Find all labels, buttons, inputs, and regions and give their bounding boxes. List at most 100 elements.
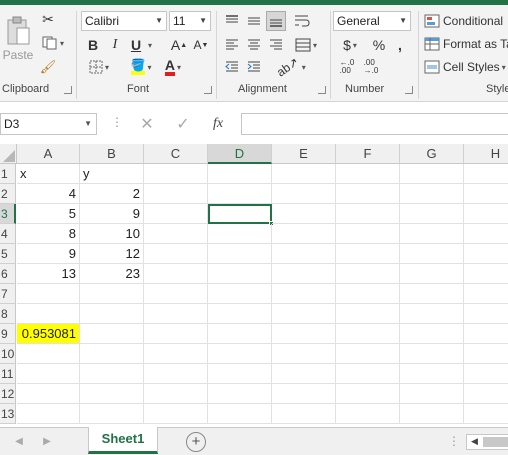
row-header-9[interactable]: 9 xyxy=(0,324,16,344)
column-header-e[interactable]: E xyxy=(272,144,336,164)
column-header-h[interactable]: H xyxy=(464,144,508,164)
row-header-4[interactable]: 4 xyxy=(0,224,16,244)
cell-e12[interactable] xyxy=(272,384,336,404)
cell-b5[interactable]: 12 xyxy=(80,244,144,264)
borders-button[interactable]: ▾ xyxy=(84,57,114,77)
cell-f12[interactable] xyxy=(336,384,400,404)
scroll-tabs-left-button[interactable]: ◀ xyxy=(12,433,26,449)
cell-a8[interactable] xyxy=(17,304,80,324)
cell-a6[interactable]: 13 xyxy=(17,264,80,284)
cell-c3[interactable] xyxy=(144,204,208,224)
cell-d5[interactable] xyxy=(208,244,272,264)
cell-g6[interactable] xyxy=(400,264,464,284)
align-center-button[interactable] xyxy=(244,35,264,55)
align-top-button[interactable] xyxy=(222,11,242,31)
cell-c13[interactable] xyxy=(144,404,208,424)
cut-button[interactable]: ✂ xyxy=(38,9,58,29)
cell-c1[interactable] xyxy=(144,164,208,184)
worksheet-grid[interactable]: A B C D E F G H 1 x y 2 4 2 3 5 9 4 8 10 5 9 12 6 13 23 7 8 9 0.95308… xyxy=(0,144,508,427)
cell-f3[interactable] xyxy=(336,204,400,224)
cell-c6[interactable] xyxy=(144,264,208,284)
cell-a5[interactable]: 9 xyxy=(17,244,80,264)
cell-g7[interactable] xyxy=(400,284,464,304)
cell-f13[interactable] xyxy=(336,404,400,424)
cell-b4[interactable]: 10 xyxy=(80,224,144,244)
cell-c8[interactable] xyxy=(144,304,208,324)
increase-decimal-button[interactable]: ←.0.00 xyxy=(336,57,358,77)
cell-e3[interactable] xyxy=(272,204,336,224)
cell-a12[interactable] xyxy=(17,384,80,404)
cell-e10[interactable] xyxy=(272,344,336,364)
cell-g3[interactable] xyxy=(400,204,464,224)
cell-h2[interactable] xyxy=(464,184,508,204)
column-header-b[interactable]: B xyxy=(80,144,144,164)
row-header-11[interactable]: 11 xyxy=(0,364,16,384)
cell-d11[interactable] xyxy=(208,364,272,384)
clipboard-launcher[interactable] xyxy=(64,86,72,94)
font-launcher[interactable] xyxy=(204,86,212,94)
cell-d12[interactable] xyxy=(208,384,272,404)
cell-d8[interactable] xyxy=(208,304,272,324)
horizontal-scrollbar[interactable]: ◀ xyxy=(466,434,508,450)
cell-g11[interactable] xyxy=(400,364,464,384)
fill-color-button[interactable]: 🪣 ▾ xyxy=(126,57,156,77)
cell-e1[interactable] xyxy=(272,164,336,184)
cell-e6[interactable] xyxy=(272,264,336,284)
cell-a2[interactable]: 4 xyxy=(17,184,80,204)
increase-font-button[interactable]: A ▲ xyxy=(170,35,188,55)
cell-e4[interactable] xyxy=(272,224,336,244)
cell-c9[interactable] xyxy=(144,324,208,344)
cell-c7[interactable] xyxy=(144,284,208,304)
cell-e5[interactable] xyxy=(272,244,336,264)
cell-d13[interactable] xyxy=(208,404,272,424)
cell-a4[interactable]: 8 xyxy=(17,224,80,244)
row-header-8[interactable]: 8 xyxy=(0,304,16,324)
cell-g2[interactable] xyxy=(400,184,464,204)
decrease-decimal-button[interactable]: .00 →.0 xyxy=(360,57,382,77)
row-header-5[interactable]: 5 xyxy=(0,244,16,264)
cell-h8[interactable] xyxy=(464,304,508,324)
cell-styles-button[interactable]: Cell Styles ▾ xyxy=(424,57,508,77)
column-header-c[interactable]: C xyxy=(144,144,208,164)
cell-h9[interactable] xyxy=(464,324,508,344)
cell-h13[interactable] xyxy=(464,404,508,424)
column-header-f[interactable]: F xyxy=(336,144,400,164)
cell-b6[interactable]: 23 xyxy=(80,264,144,284)
cell-f2[interactable] xyxy=(336,184,400,204)
column-header-d[interactable]: D xyxy=(208,144,272,164)
cell-g5[interactable] xyxy=(400,244,464,264)
align-middle-button[interactable] xyxy=(244,11,264,31)
cell-d6[interactable] xyxy=(208,264,272,284)
scroll-tabs-right-button[interactable]: ▶ xyxy=(40,433,54,449)
row-header-2[interactable]: 2 xyxy=(0,184,16,204)
cell-h10[interactable] xyxy=(464,344,508,364)
font-size-select[interactable]: 11 ▼ xyxy=(169,11,211,31)
decrease-font-button[interactable]: A ▼ xyxy=(192,35,210,55)
row-header-12[interactable]: 12 xyxy=(0,384,16,404)
cell-b3[interactable]: 9 xyxy=(80,204,144,224)
cell-b10[interactable] xyxy=(80,344,144,364)
cell-b13[interactable] xyxy=(80,404,144,424)
cell-h4[interactable] xyxy=(464,224,508,244)
cell-f7[interactable] xyxy=(336,284,400,304)
cell-d3[interactable] xyxy=(208,204,274,226)
cell-h1[interactable] xyxy=(464,164,508,184)
cell-h11[interactable] xyxy=(464,364,508,384)
scrollbar-thumb[interactable] xyxy=(483,437,508,447)
new-sheet-button[interactable]: + xyxy=(186,432,206,452)
orientation-button[interactable] xyxy=(292,11,312,31)
font-color-button[interactable]: A ▾ xyxy=(158,57,188,77)
cell-g4[interactable] xyxy=(400,224,464,244)
cell-h7[interactable] xyxy=(464,284,508,304)
cell-g13[interactable] xyxy=(400,404,464,424)
cell-b12[interactable] xyxy=(80,384,144,404)
cell-c2[interactable] xyxy=(144,184,208,204)
cell-a10[interactable] xyxy=(17,344,80,364)
conditional-formatting-button[interactable]: Conditional xyxy=(424,11,508,31)
cell-e2[interactable] xyxy=(272,184,336,204)
font-name-select[interactable]: Calibri ▼ xyxy=(81,11,167,31)
cell-c4[interactable] xyxy=(144,224,208,244)
cell-c5[interactable] xyxy=(144,244,208,264)
increase-indent-button[interactable] xyxy=(244,57,264,77)
cancel-entry-button[interactable]: ✕ xyxy=(136,113,158,135)
